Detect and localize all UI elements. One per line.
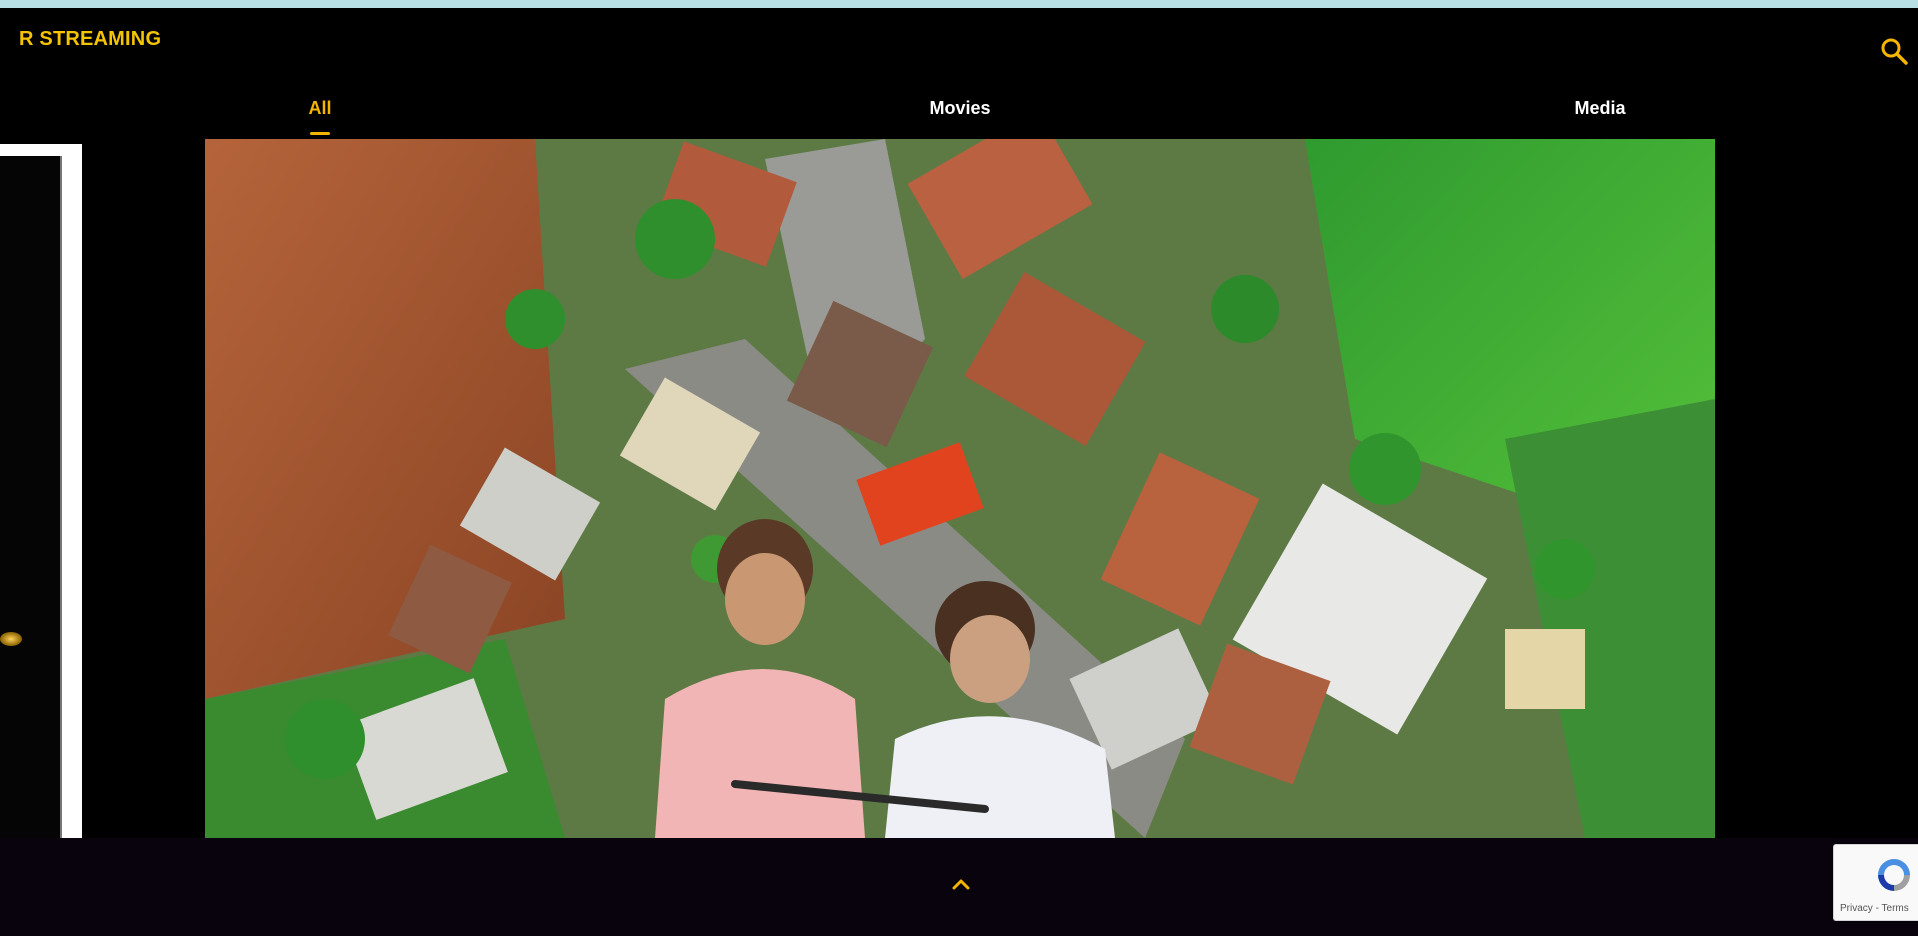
privacy-link[interactable]: Privacy [1840, 903, 1873, 914]
previous-slide-highlight [0, 632, 22, 646]
previous-slide-card[interactable] [0, 144, 82, 838]
tab-all[interactable]: All [308, 98, 331, 119]
terms-link[interactable]: Terms [1882, 903, 1909, 914]
search-button[interactable] [1877, 34, 1911, 68]
search-icon [1881, 38, 1908, 65]
recaptcha-icon [1878, 859, 1910, 891]
brand-logo-text[interactable]: R STREAMING [19, 28, 161, 51]
app-header: R STREAMING [0, 8, 1918, 78]
tab-movies[interactable]: Movies [929, 98, 990, 119]
hero-slide-image[interactable] [205, 139, 1715, 838]
scroll-to-top-button[interactable] [950, 875, 972, 893]
active-tab-indicator [310, 132, 330, 135]
recaptcha-badge[interactable]: Privacy - Terms [1833, 844, 1918, 921]
recaptcha-links: Privacy - Terms [1840, 903, 1909, 914]
top-strip [0, 0, 1918, 8]
category-tabs: All Movies Media [0, 90, 1918, 140]
recaptcha-separator: - [1872, 903, 1882, 914]
previous-slide-image [0, 156, 62, 838]
tab-media[interactable]: Media [1574, 98, 1625, 119]
chevron-up-icon [952, 879, 970, 890]
aerial-village-illustration [205, 139, 1715, 838]
